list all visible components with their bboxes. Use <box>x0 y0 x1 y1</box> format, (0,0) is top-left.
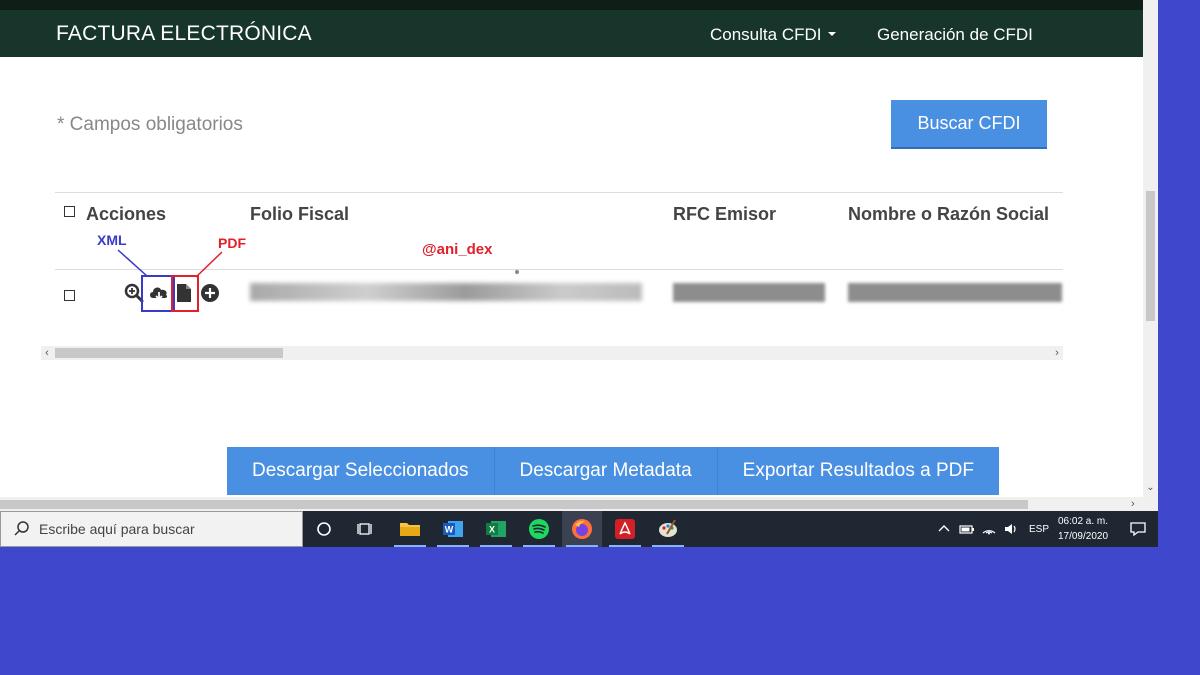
nav-generacion-cfdi[interactable]: Generación de CFDI <box>877 25 1033 45</box>
volume-icon[interactable] <box>1003 522 1019 536</box>
brand-title[interactable]: FACTURA ELECTRÓNICA <box>56 22 312 46</box>
clock-time: 06:02 a. m. <box>1057 516 1109 527</box>
scroll-right-icon[interactable]: › <box>1051 346 1063 360</box>
page-vertical-scrollbar[interactable]: ⌄ <box>1143 0 1158 497</box>
system-tray: ESP <box>937 511 1049 547</box>
required-fields-note: * Campos obligatorios <box>57 114 243 135</box>
action-buttons: Descargar Seleccionados Descargar Metada… <box>227 447 999 495</box>
word-icon[interactable]: W <box>433 511 473 547</box>
top-strip <box>0 0 1143 10</box>
wifi-icon[interactable] <box>981 522 997 536</box>
notifications-icon[interactable] <box>1118 511 1158 547</box>
column-header-nombre[interactable]: Nombre o Razón Social <box>848 204 1049 225</box>
scroll-down-icon[interactable]: ⌄ <box>1143 482 1158 493</box>
acrobat-icon[interactable] <box>605 511 645 547</box>
scroll-right-icon[interactable]: › <box>1131 497 1135 511</box>
paint-icon[interactable] <box>648 511 688 547</box>
pdf-annotation-label: PDF <box>218 235 246 251</box>
scrollbar-thumb[interactable] <box>1146 191 1155 321</box>
column-header-rfc-emisor[interactable]: RFC Emisor <box>673 204 776 225</box>
scrollbar-thumb[interactable] <box>0 500 1028 509</box>
firefox-icon[interactable] <box>562 511 602 547</box>
table-divider <box>55 269 1063 270</box>
search-placeholder: Escribe aquí para buscar <box>39 521 195 537</box>
nombre-redacted <box>848 283 1062 302</box>
page-horizontal-scrollbar[interactable]: › <box>0 497 1158 511</box>
xml-highlight-box <box>141 275 175 312</box>
buscar-cfdi-button[interactable]: Buscar CFDI <box>891 100 1047 149</box>
search-icon <box>14 521 29 536</box>
clock-date: 17/09/2020 <box>1057 531 1109 542</box>
file-explorer-icon[interactable] <box>390 511 430 547</box>
scrollbar-thumb[interactable] <box>55 348 283 358</box>
battery-icon[interactable] <box>959 522 975 536</box>
xml-annotation-label: XML <box>97 232 127 248</box>
column-header-folio-fiscal[interactable]: Folio Fiscal <box>250 204 349 225</box>
add-circle-icon[interactable] <box>200 283 220 303</box>
nav-consulta-cfdi[interactable]: Consulta CFDI <box>710 25 837 45</box>
caret-down-icon <box>828 31 837 36</box>
author-handle: @ani_dex <box>422 241 493 258</box>
clock[interactable]: 06:02 a. m. 17/09/2020 <box>1052 514 1114 544</box>
select-all-checkbox[interactable] <box>64 206 75 217</box>
pdf-highlight-box <box>171 275 199 312</box>
navbar: FACTURA ELECTRÓNICA Consulta CFDI Genera… <box>0 10 1143 57</box>
spotify-icon[interactable] <box>519 511 559 547</box>
scroll-left-icon[interactable]: ‹ <box>41 346 53 360</box>
row-checkbox[interactable] <box>64 290 75 301</box>
rfc-emisor-redacted <box>673 283 825 302</box>
table-horizontal-scrollbar[interactable]: ‹ › <box>41 346 1063 360</box>
descargar-seleccionados-button[interactable]: Descargar Seleccionados <box>227 447 495 495</box>
task-view-icon[interactable] <box>346 511 386 547</box>
browser-viewport: FACTURA ELECTRÓNICA Consulta CFDI Genera… <box>0 0 1158 511</box>
descargar-metadata-button[interactable]: Descargar Metadata <box>494 447 718 495</box>
language-indicator[interactable]: ESP <box>1029 524 1049 535</box>
nav-consulta-label: Consulta CFDI <box>710 25 822 44</box>
svg-text:X: X <box>489 525 495 535</box>
excel-icon[interactable]: X <box>476 511 516 547</box>
column-header-acciones: Acciones <box>86 204 167 224</box>
chevron-up-icon[interactable] <box>937 522 951 536</box>
taskbar-search-box[interactable]: Escribe aquí para buscar <box>0 511 303 547</box>
cursor-dot <box>515 270 519 274</box>
exportar-pdf-button[interactable]: Exportar Resultados a PDF <box>717 447 999 495</box>
windows-taskbar: Escribe aquí para buscar W X ESP 06:02 a… <box>0 511 1158 547</box>
table-divider <box>55 192 1063 193</box>
cortana-icon[interactable] <box>304 511 344 547</box>
svg-text:W: W <box>445 525 454 535</box>
folio-fiscal-redacted <box>250 283 642 301</box>
